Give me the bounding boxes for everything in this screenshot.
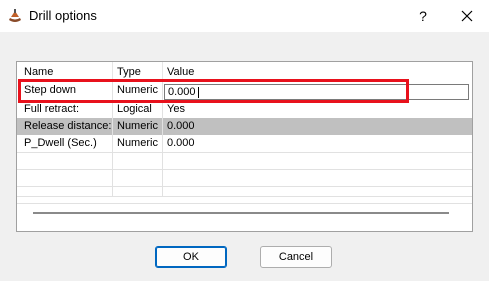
- row-divider: [17, 186, 472, 187]
- row-value: Yes: [167, 103, 185, 115]
- table-row[interactable]: Full retract: Logical Yes: [17, 101, 472, 118]
- row-value: 0.000: [167, 120, 195, 132]
- help-button[interactable]: ?: [410, 4, 436, 28]
- highlight-annotation-box: [18, 79, 409, 103]
- column-divider: [162, 62, 163, 79]
- table-row-selected[interactable]: Release distance: Numeric 0.000: [17, 118, 472, 135]
- drill-app-icon: [9, 9, 21, 22]
- column-header-type[interactable]: Type: [117, 66, 141, 78]
- cancel-button[interactable]: Cancel: [260, 246, 332, 268]
- window-title: Drill options: [29, 8, 97, 23]
- horizontal-scrollbar[interactable]: [33, 212, 449, 214]
- row-divider: [17, 152, 472, 153]
- title-bar: Drill options ?: [0, 0, 489, 32]
- row-type: Numeric: [117, 120, 158, 132]
- ok-button[interactable]: OK: [155, 246, 227, 268]
- column-divider: [112, 62, 113, 79]
- row-type: Numeric: [117, 137, 158, 149]
- column-header-value[interactable]: Value: [167, 66, 194, 78]
- row-divider: [17, 169, 472, 170]
- table-row[interactable]: P_Dwell (Sec.) Numeric 0.000: [17, 135, 472, 152]
- row-type: Logical: [117, 103, 152, 115]
- row-name: P_Dwell (Sec.): [24, 137, 97, 149]
- column-header-name[interactable]: Name: [24, 66, 53, 78]
- row-divider: [17, 196, 472, 197]
- row-name: Full retract:: [24, 103, 80, 115]
- close-icon[interactable]: [454, 4, 480, 28]
- row-divider: [17, 203, 472, 204]
- row-value: 0.000: [167, 137, 195, 149]
- row-name: Release distance:: [24, 120, 112, 132]
